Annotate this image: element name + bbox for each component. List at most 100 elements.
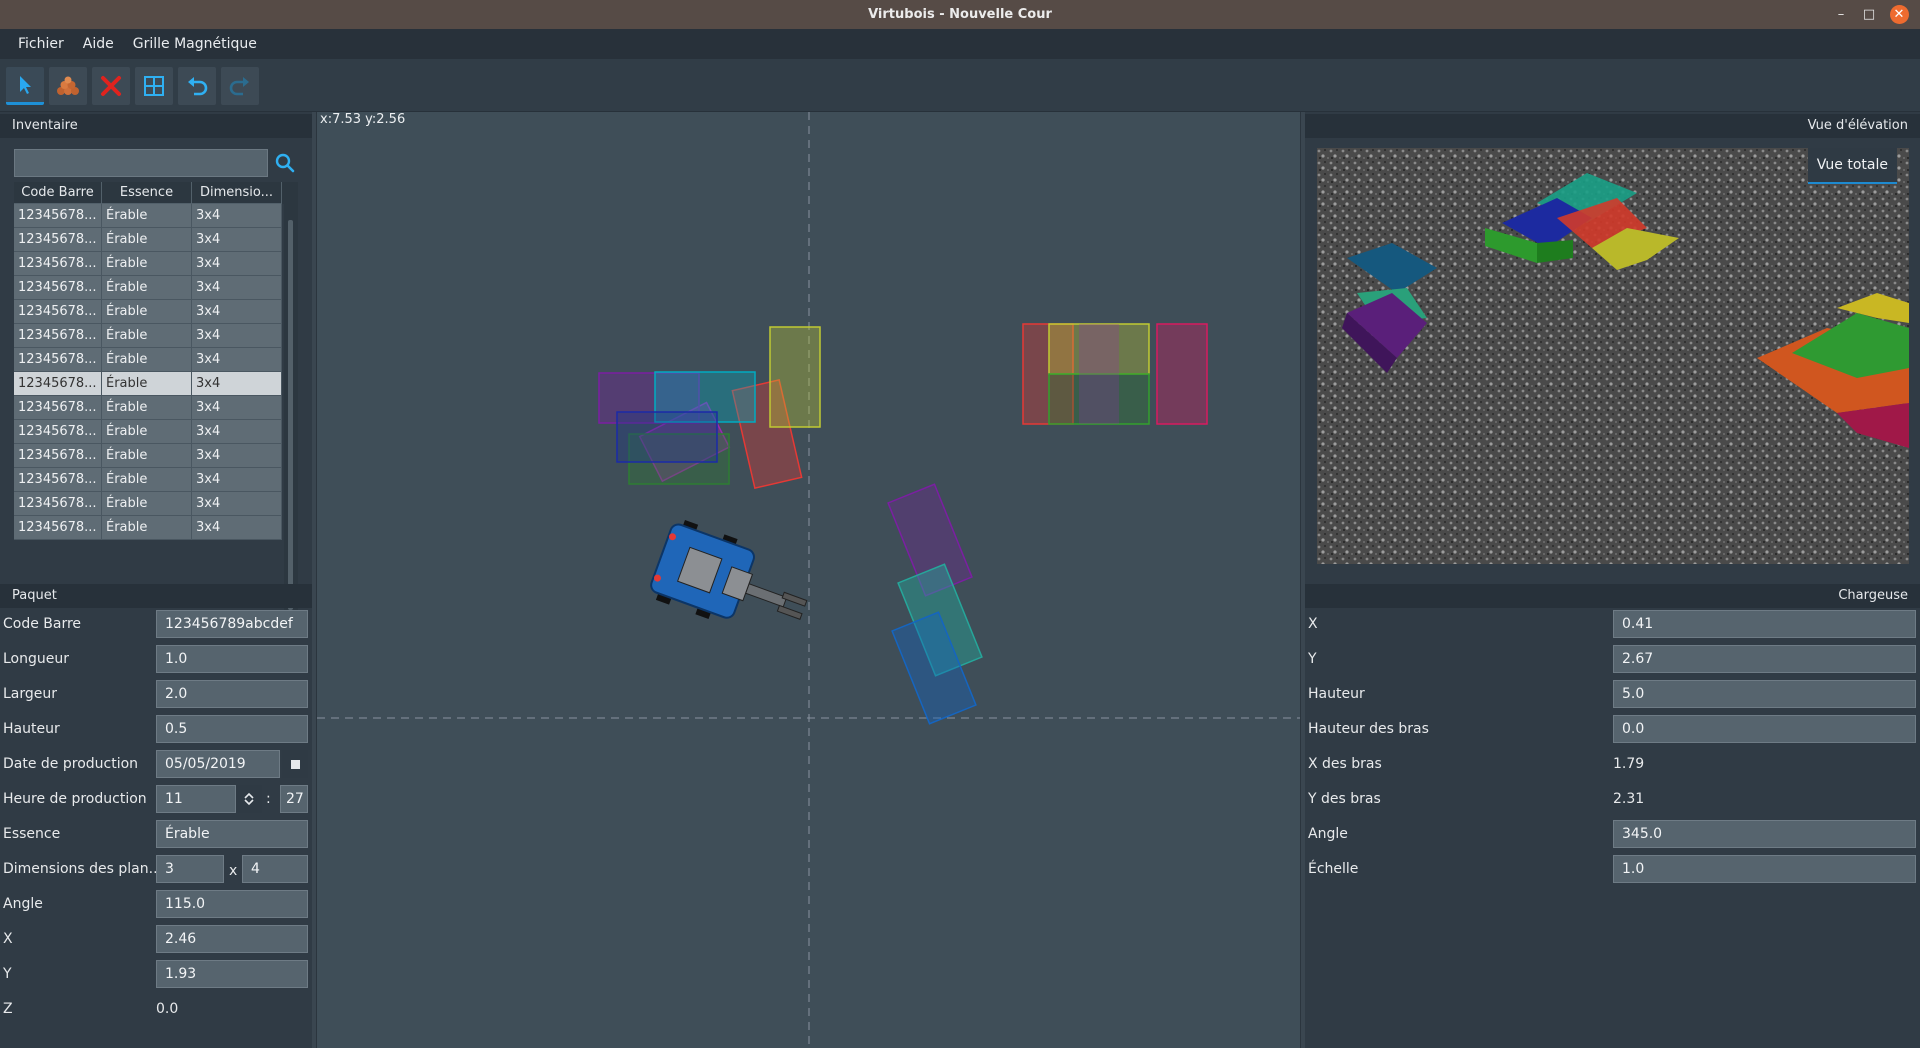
table-row[interactable]: 12345678... Érable 3x4 <box>14 252 282 276</box>
table-row[interactable]: 12345678... Érable 3x4 <box>14 300 282 324</box>
app-window: Virtubois - Nouvelle Cour – □ ✕ Fichier … <box>0 0 1920 1048</box>
table-row[interactable]: 12345678... Érable 3x4 <box>14 492 282 516</box>
column-header-essence[interactable]: Essence <box>102 182 192 204</box>
table-row[interactable]: 12345678... Érable 3x4 <box>14 204 282 228</box>
table-row[interactable]: 12345678... Érable 3x4 <box>14 348 282 372</box>
cell-dimensions: 3x4 <box>192 444 282 467</box>
chargeuse-angle-field[interactable]: 345.0 <box>1613 820 1916 848</box>
code-barre-label: Code Barre <box>3 616 82 632</box>
loader-fork <box>776 604 803 620</box>
menu-fichier[interactable]: Fichier <box>9 36 73 52</box>
table-row[interactable]: 12345678... Érable 3x4 <box>14 468 282 492</box>
table-row[interactable]: 12345678... Érable 3x4 <box>14 372 282 396</box>
cell-code-barre: 12345678... <box>14 516 102 539</box>
calendar-icon <box>290 759 300 769</box>
package[interactable] <box>1079 324 1119 424</box>
longueur-field[interactable]: 1.0 <box>156 645 308 673</box>
add-package-tool-button[interactable] <box>49 67 87 105</box>
largeur-label: Largeur <box>3 686 58 702</box>
scrollbar-thumb[interactable] <box>288 220 293 610</box>
right-panel: Vue d'élévation Vue totale Chargeuse X 0… <box>1305 112 1920 1048</box>
maximize-button[interactable]: □ <box>1856 0 1882 29</box>
package[interactable] <box>769 326 821 428</box>
chargeuse-hauteur-field[interactable]: 5.0 <box>1613 680 1916 708</box>
column-header-dimensions[interactable]: Dimensio... <box>192 182 282 204</box>
window-title: Virtubois - Nouvelle Cour <box>868 7 1052 22</box>
loader-vehicle[interactable] <box>647 517 819 649</box>
cell-essence: Érable <box>102 468 192 491</box>
red-x-icon <box>101 76 121 96</box>
table-row[interactable]: 12345678... Érable 3x4 <box>14 444 282 468</box>
chargeuse-y-field[interactable]: 2.67 <box>1613 645 1916 673</box>
table-row[interactable]: 12345678... Érable 3x4 <box>14 396 282 420</box>
angle-field[interactable]: 115.0 <box>156 890 308 918</box>
yard-drawing[interactable] <box>317 112 1301 1048</box>
package-cluster-left[interactable] <box>598 326 821 490</box>
x-field[interactable]: 2.46 <box>156 925 308 953</box>
essence-field[interactable]: Érable <box>156 820 308 848</box>
redo-tool-button[interactable] <box>221 67 259 105</box>
menu-grille-magnetique[interactable]: Grille Magnétique <box>124 36 266 52</box>
y-bras-value: 2.31 <box>1613 791 1645 807</box>
column-header-code-barre[interactable]: Code Barre <box>14 182 102 204</box>
minimize-button[interactable]: – <box>1828 0 1854 29</box>
elevation-3d-view[interactable]: Vue totale <box>1317 148 1909 564</box>
chargeuse-x-label: X <box>1308 616 1318 632</box>
hauteur-bras-label: Hauteur des bras <box>1308 721 1429 737</box>
chargeuse-x-field[interactable]: 0.41 <box>1613 610 1916 638</box>
cell-essence: Érable <box>102 444 192 467</box>
table-row[interactable]: 12345678... Érable 3x4 <box>14 276 282 300</box>
z-label: Z <box>3 1001 13 1017</box>
hauteur-bras-field[interactable]: 0.0 <box>1613 715 1916 743</box>
delete-tool-button[interactable] <box>92 67 130 105</box>
cell-dimensions: 3x4 <box>192 300 282 323</box>
date-production-field[interactable]: 05/05/2019 <box>156 750 280 778</box>
cell-dimensions: 3x4 <box>192 252 282 275</box>
table-row[interactable]: 12345678... Érable 3x4 <box>14 420 282 444</box>
cell-code-barre: 12345678... <box>14 372 102 395</box>
y-field[interactable]: 1.93 <box>156 960 308 988</box>
dimension-b-field[interactable]: 4 <box>242 855 308 883</box>
hour-spinner[interactable] <box>236 785 262 813</box>
cell-essence: Érable <box>102 420 192 443</box>
table-row[interactable]: 12345678... Érable 3x4 <box>14 324 282 348</box>
package[interactable] <box>1156 323 1208 425</box>
heure-hour-field[interactable]: 11 <box>156 785 236 813</box>
package-cluster-right[interactable] <box>1022 323 1208 425</box>
echelle-field[interactable]: 1.0 <box>1613 855 1916 883</box>
package[interactable] <box>616 411 718 463</box>
maximize-icon: □ <box>1862 7 1876 22</box>
hauteur-field[interactable]: 0.5 <box>156 715 308 743</box>
grid-tool-button[interactable] <box>135 67 173 105</box>
yard-canvas[interactable]: x:7.53 y:2.56 <box>316 112 1301 1048</box>
paquet-header: Paquet <box>0 584 312 608</box>
elevation-scene[interactable] <box>1317 148 1909 564</box>
menu-bar: Fichier Aide Grille Magnétique <box>0 29 1920 59</box>
x-bras-value: 1.79 <box>1613 756 1645 772</box>
cell-code-barre: 12345678... <box>14 252 102 275</box>
vue-totale-button[interactable]: Vue totale <box>1807 148 1897 184</box>
cell-code-barre: 12345678... <box>14 228 102 251</box>
inventory-scrollbar[interactable] <box>284 204 298 626</box>
cell-dimensions: 3x4 <box>192 420 282 443</box>
loader-fork <box>781 591 808 607</box>
search-input[interactable] <box>14 149 268 177</box>
largeur-field[interactable]: 2.0 <box>156 680 308 708</box>
cell-essence: Érable <box>102 372 192 395</box>
inventory-header: Inventaire <box>0 114 312 138</box>
select-tool-button[interactable] <box>6 67 44 105</box>
dimension-a-field[interactable]: 3 <box>156 855 224 883</box>
close-button[interactable]: ✕ <box>1886 0 1912 29</box>
cell-essence: Érable <box>102 396 192 419</box>
table-row[interactable]: 12345678... Érable 3x4 <box>14 516 282 540</box>
cell-dimensions: 3x4 <box>192 468 282 491</box>
lumber-stack-icon <box>57 76 79 95</box>
date-picker-button[interactable] <box>282 750 308 778</box>
menu-aide[interactable]: Aide <box>74 36 123 52</box>
table-row[interactable]: 12345678... Érable 3x4 <box>14 228 282 252</box>
undo-tool-button[interactable] <box>178 67 216 105</box>
heure-minute-field[interactable]: 27 <box>280 785 308 813</box>
package-cluster-center[interactable] <box>887 483 983 725</box>
search-button[interactable] <box>272 150 298 176</box>
code-barre-field[interactable]: 123456789abcdef <box>156 610 308 638</box>
